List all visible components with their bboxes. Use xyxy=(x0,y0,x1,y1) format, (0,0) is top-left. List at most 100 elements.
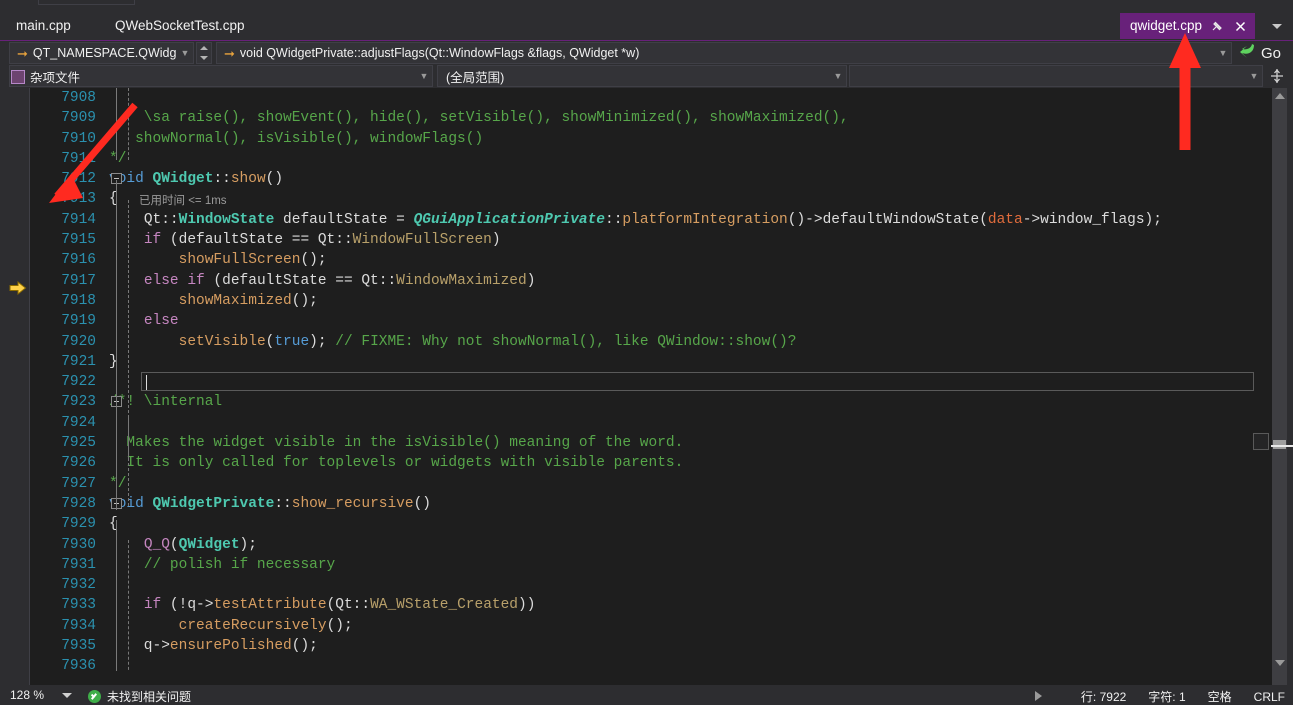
tab-qwidget-cpp-active[interactable]: qwidget.cpp xyxy=(1119,13,1255,39)
code-line[interactable]: 7927 */ xyxy=(31,474,1256,494)
code-line[interactable]: 7911 */ xyxy=(31,149,1256,169)
pin-icon[interactable] xyxy=(1210,19,1225,34)
code-line[interactable]: 7935 q->ensurePolished(); xyxy=(31,636,1256,656)
token: defaultState = xyxy=(274,211,414,228)
token: :: xyxy=(605,211,623,228)
line-number: 7932 xyxy=(61,577,96,594)
code-line[interactable]: 7925 Makes the widget visible in the isV… xyxy=(31,433,1256,453)
line-number: 7918 xyxy=(61,292,96,309)
code-line[interactable]: 7922 xyxy=(31,372,1256,392)
token: show xyxy=(230,171,266,188)
chevron-down-icon[interactable]: ▼ xyxy=(177,48,193,58)
scope-combo[interactable]: ➞ QT_NAMESPACE.QWidg ▼ xyxy=(9,42,194,64)
token: ); xyxy=(309,333,336,350)
code-line[interactable]: 7915 if (defaultState == Qt::WindowFullS… xyxy=(31,230,1256,250)
go-button[interactable]: Go xyxy=(1238,42,1288,64)
line-number: 7927 xyxy=(61,475,96,492)
code-line[interactable]: 7923 /*! \internal xyxy=(31,392,1256,412)
code-line[interactable]: 7916 showFullScreen(); xyxy=(31,250,1256,270)
outline-guide xyxy=(116,410,117,510)
line-content: if (!q->testAttribute(Qt::WA_WState_Crea… xyxy=(109,595,536,615)
global-scope-combo[interactable]: (全局范围) ▼ xyxy=(437,65,847,87)
code-line[interactable]: 7920 setVisible(true); // FIXME: Why not… xyxy=(31,332,1256,352)
tab-overflow-chevron-down-icon[interactable] xyxy=(1269,19,1285,33)
line-number: 7929 xyxy=(61,516,96,533)
split-view-button[interactable] xyxy=(1266,65,1288,87)
code-line[interactable]: 7930 Q_Q(QWidget); xyxy=(31,535,1256,555)
code-line[interactable]: 7934 createRecursively(); xyxy=(31,616,1256,636)
indent-indicator[interactable]: 空格 xyxy=(1208,688,1232,705)
chevron-down-icon[interactable] xyxy=(62,692,73,698)
play-arrow-icon[interactable] xyxy=(1035,691,1042,701)
function-combo[interactable]: ➞ void QWidgetPrivate::adjustFlags(Qt::W… xyxy=(216,42,1232,64)
token: QWidget xyxy=(152,171,214,188)
code-line[interactable]: 7926 It is only called for toplevels or … xyxy=(31,453,1256,473)
code-line[interactable]: 7913{已用时间 <= 1ms xyxy=(31,189,1256,209)
token: showFullScreen xyxy=(178,252,301,269)
scope-combo-value: QT_NAMESPACE.QWidg xyxy=(32,46,177,60)
code-line[interactable]: 7924 xyxy=(31,413,1256,433)
token: showMaximized xyxy=(178,292,292,309)
close-icon[interactable] xyxy=(1233,19,1248,34)
code-line[interactable]: 7929{ xyxy=(31,514,1256,534)
code-line[interactable]: 7919 else xyxy=(31,311,1256,331)
scroll-down-button[interactable] xyxy=(1272,657,1287,669)
member-combo[interactable]: ▼ xyxy=(849,65,1263,87)
tab-qwebsockettest-cpp[interactable]: QWebSocketTest.cpp xyxy=(105,13,255,39)
code-line[interactable]: 7921} xyxy=(31,352,1256,372)
code-line[interactable]: 7917 else if (defaultState == Qt::Window… xyxy=(31,271,1256,291)
eol-indicator[interactable]: CRLF xyxy=(1254,690,1285,704)
line-content: void QWidget::show() xyxy=(109,169,283,189)
code-line[interactable]: 7908 xyxy=(31,88,1256,108)
code-line[interactable]: 7909 \sa raise(), showEvent(), hide(), s… xyxy=(31,108,1256,128)
token: */ xyxy=(109,150,127,167)
code-line[interactable]: 7933 if (!q->testAttribute(Qt::WA_WState… xyxy=(31,595,1256,615)
indicator-margin[interactable] xyxy=(0,88,30,685)
line-content: Qt::WindowState defaultState = QGuiAppli… xyxy=(109,210,1162,230)
chevron-down-icon[interactable]: ▼ xyxy=(1246,71,1262,81)
code-line[interactable]: 7918 showMaximized(); xyxy=(31,291,1256,311)
line-content: */ xyxy=(109,474,126,494)
scroll-up-button[interactable] xyxy=(1272,90,1287,102)
code-line[interactable]: 7932 xyxy=(31,575,1256,595)
chevron-down-icon[interactable]: ▼ xyxy=(830,71,846,81)
spin-up-icon[interactable] xyxy=(200,46,208,50)
token: QWidgetPrivate xyxy=(152,495,275,512)
code-line[interactable]: 7910 showNormal(), isVisible(), windowFl… xyxy=(31,129,1256,149)
token: ); xyxy=(239,536,257,553)
spin-down-icon[interactable] xyxy=(200,56,208,60)
token: WindowMaximized xyxy=(396,272,527,289)
line-content: Makes the widget visible in the isVisibl… xyxy=(109,433,683,453)
code-editor[interactable]: 7908 7909 \sa raise(), showEvent(), hide(… xyxy=(0,88,1293,685)
line-content: else if (defaultState == Qt::WindowMaxim… xyxy=(109,271,536,291)
scrollbar-annotation-box xyxy=(1253,433,1269,450)
misc-file-icon xyxy=(11,69,25,84)
issues-indicator[interactable]: 未找到相关问题 xyxy=(88,688,191,705)
code-line[interactable]: 7928 void QWidgetPrivate::show_recursive(… xyxy=(31,494,1256,514)
misc-file-label: 杂项文件 xyxy=(30,71,81,85)
code-line[interactable]: 7936 xyxy=(31,656,1256,671)
token: createRecursively xyxy=(178,617,327,634)
code-line[interactable]: 7914 Qt::WindowState defaultState = QGui… xyxy=(31,210,1256,230)
zoom-level-control[interactable]: 128 % xyxy=(10,688,73,702)
outline-guide xyxy=(128,418,129,506)
token: WindowState xyxy=(178,211,275,228)
code-line[interactable]: 7931 // polish if necessary xyxy=(31,555,1256,575)
chevron-down-icon[interactable]: ▼ xyxy=(416,71,432,81)
code-text-area[interactable]: 7908 7909 \sa raise(), showEvent(), hide(… xyxy=(31,88,1256,671)
token: () xyxy=(265,171,284,188)
token: // polish if necessary xyxy=(143,556,336,573)
current-line-highlight xyxy=(141,372,1254,392)
tab-main-cpp[interactable]: main.cpp xyxy=(6,13,81,39)
line-number: 7921 xyxy=(61,353,96,370)
token: setVisible xyxy=(178,333,266,350)
vertical-scrollbar[interactable] xyxy=(1272,88,1287,685)
code-line[interactable]: 7912 void QWidget::show() xyxy=(31,169,1256,189)
global-scope-value: (全局范围) xyxy=(446,70,505,85)
scope-spinner[interactable] xyxy=(196,42,212,64)
chevron-down-icon[interactable]: ▼ xyxy=(1215,48,1231,58)
